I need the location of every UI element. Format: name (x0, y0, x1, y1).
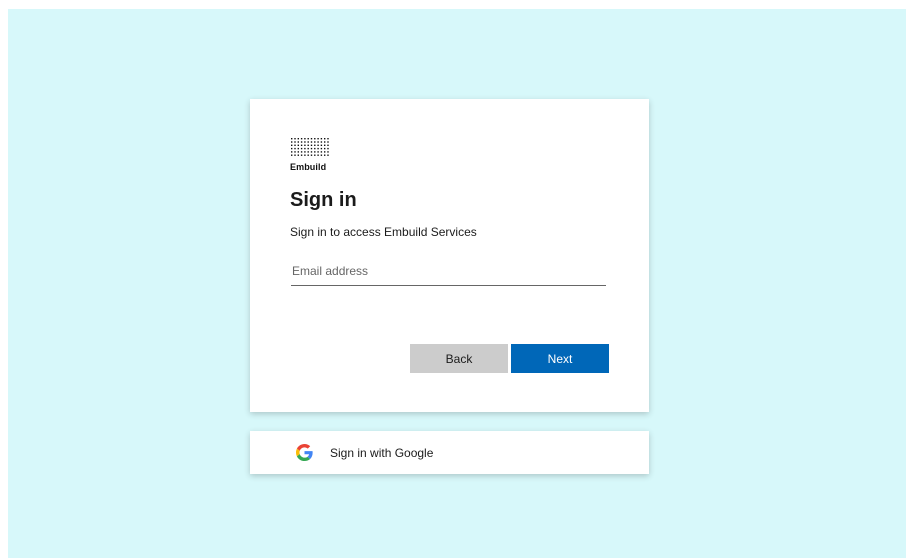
email-field[interactable] (291, 257, 606, 286)
google-g-icon (296, 444, 313, 461)
signin-card: Embuild Sign in Sign in to access Embuil… (250, 99, 649, 412)
brand-name: Embuild (290, 162, 327, 172)
signin-subtitle: Sign in to access Embuild Services (290, 225, 477, 239)
embuild-logo-icon (291, 138, 329, 156)
page-title: Sign in (290, 189, 357, 211)
embuild-logo: Embuild (290, 137, 332, 173)
google-signin-label: Sign in with Google (330, 446, 434, 460)
google-signin-button[interactable]: Sign in with Google (250, 431, 649, 474)
back-button[interactable]: Back (410, 344, 508, 373)
next-button[interactable]: Next (511, 344, 609, 373)
